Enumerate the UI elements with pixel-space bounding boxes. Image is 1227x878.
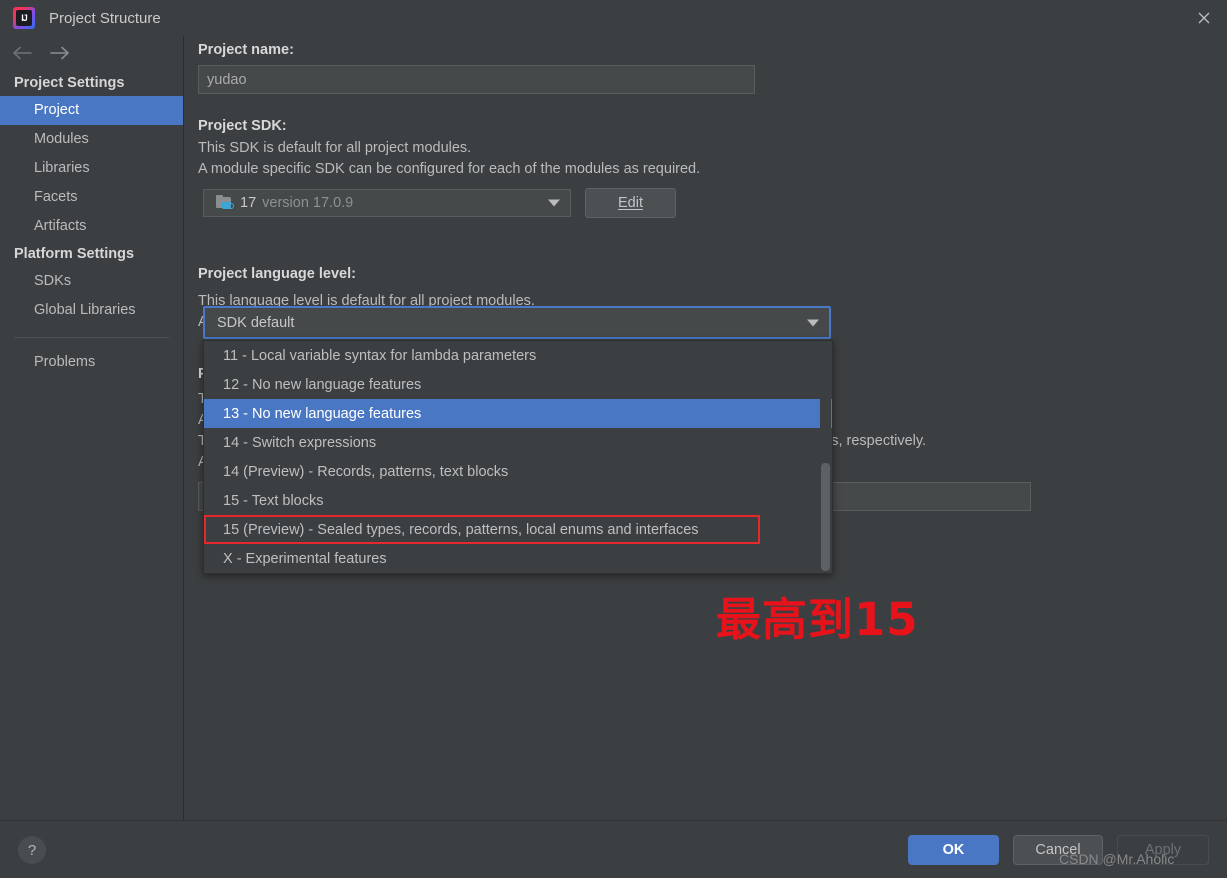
settings-sidebar: Project Settings Project Modules Librari… xyxy=(0,36,184,820)
project-sdk-desc-line1: This SDK is default for all project modu… xyxy=(198,140,472,156)
language-level-value: SDK default xyxy=(217,314,295,331)
dropdown-option-11[interactable]: 11 - Local variable syntax for lambda pa… xyxy=(204,341,832,370)
project-language-level-label: Project language level: xyxy=(198,266,356,282)
watermark: CSDN @Mr.Aholic xyxy=(1059,851,1175,867)
project-structure-dialog: IJ Project Structure Project Settings Pr… xyxy=(0,0,1227,878)
sidebar-group-platform-settings: Platform Settings xyxy=(14,246,135,262)
help-icon[interactable]: ? xyxy=(18,836,46,864)
sidebar-group-project-settings: Project Settings xyxy=(14,75,125,91)
title-bar: IJ Project Structure xyxy=(0,0,1227,36)
edit-sdk-button[interactable]: Edit xyxy=(585,188,676,218)
dropdown-option-15[interactable]: 15 - Text blocks xyxy=(204,486,832,515)
chevron-down-icon xyxy=(807,319,819,326)
arrow-right-icon[interactable] xyxy=(46,40,74,66)
sidebar-divider xyxy=(14,337,169,338)
sidebar-item-problems[interactable]: Problems xyxy=(0,348,183,377)
navigation-arrows xyxy=(0,36,183,70)
project-name-label: Project name: xyxy=(198,42,294,58)
dropdown-option-14[interactable]: 14 - Switch expressions xyxy=(204,428,832,457)
language-level-dropdown-list[interactable]: 11 - Local variable syntax for lambda pa… xyxy=(203,340,833,574)
sidebar-item-global-libraries[interactable]: Global Libraries xyxy=(0,296,183,325)
intellij-idea-icon: IJ xyxy=(13,7,35,29)
dropdown-option-13[interactable]: 13 - No new language features xyxy=(204,399,832,428)
dropdown-option-15-preview[interactable]: 15 (Preview) - Sealed types, records, pa… xyxy=(204,515,760,544)
project-name-input[interactable]: yudao xyxy=(198,65,755,94)
project-sdk-combobox[interactable]: 17 version 17.0.9 xyxy=(203,189,571,217)
project-sdk-name: 17 xyxy=(240,195,257,211)
dropdown-option-12[interactable]: 12 - No new language features xyxy=(204,370,832,399)
annotation-max-15: 最高到15 xyxy=(716,593,919,646)
ok-button[interactable]: OK xyxy=(908,835,999,865)
project-sdk-version: version 17.0.9 xyxy=(262,195,354,211)
project-sdk-label: Project SDK: xyxy=(198,118,287,134)
sidebar-item-artifacts[interactable]: Artifacts xyxy=(0,212,183,241)
project-sdk-desc-line2: A module specific SDK can be configured … xyxy=(198,161,701,177)
arrow-left-icon[interactable] xyxy=(8,40,36,66)
sidebar-item-facets[interactable]: Facets xyxy=(0,183,183,212)
java-sdk-folder-icon xyxy=(216,194,234,211)
sidebar-item-sdks[interactable]: SDKs xyxy=(0,267,183,296)
sidebar-item-project[interactable]: Project xyxy=(0,96,183,125)
dropdown-option-x[interactable]: X - Experimental features xyxy=(204,544,832,573)
sidebar-item-modules[interactable]: Modules xyxy=(0,125,183,154)
window-title: Project Structure xyxy=(49,9,161,27)
chevron-down-icon xyxy=(548,199,560,207)
dropdown-scrollbar-thumb[interactable] xyxy=(821,463,830,571)
sidebar-item-libraries[interactable]: Libraries xyxy=(0,154,183,183)
dropdown-scrollbar[interactable] xyxy=(820,341,831,573)
project-language-level-combobox[interactable]: SDK default xyxy=(203,306,831,339)
close-icon[interactable] xyxy=(1181,0,1227,36)
dropdown-option-14-preview[interactable]: 14 (Preview) - Records, patterns, text b… xyxy=(204,457,832,486)
